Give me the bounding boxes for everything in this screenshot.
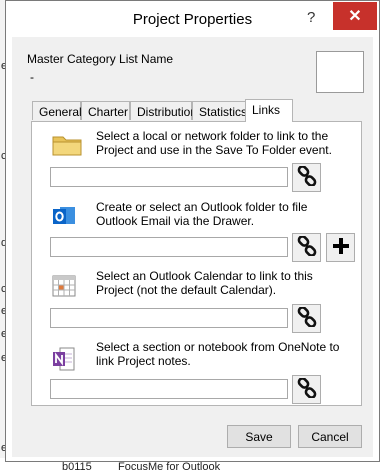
chain-link-icon bbox=[297, 377, 317, 401]
chain-link-icon bbox=[297, 235, 317, 259]
close-button[interactable]: ✕ bbox=[333, 2, 377, 30]
onenote-description: Select a section or notebook from OneNot… bbox=[96, 340, 340, 368]
outlook-folder-description: Create or select an Outlook folder to fi… bbox=[96, 200, 308, 228]
outlook-link-button[interactable] bbox=[292, 233, 321, 262]
calendar-description: Select an Outlook Calendar to link to th… bbox=[96, 269, 313, 297]
background-fragment: FocusMe for Outlook bbox=[118, 461, 221, 473]
project-properties-dialog: Project Properties ? ✕ Master Category L… bbox=[5, 0, 380, 462]
onenote-link-button[interactable] bbox=[292, 375, 321, 404]
dialog-body: Master Category List Name - General Char… bbox=[12, 37, 373, 457]
title-bar[interactable]: Project Properties ? ✕ bbox=[6, 1, 379, 37]
folder-icon bbox=[52, 134, 82, 159]
master-category-value: - bbox=[30, 70, 34, 84]
create-outlook-folder-button[interactable] bbox=[326, 233, 355, 262]
dialog-title: Project Properties bbox=[132, 11, 253, 28]
folder-path-input[interactable] bbox=[50, 167, 288, 187]
tab-charter[interactable]: Charter bbox=[81, 101, 130, 120]
outlook-icon bbox=[52, 204, 76, 231]
chain-link-icon bbox=[297, 306, 317, 330]
outlook-folder-input[interactable] bbox=[50, 237, 288, 257]
folder-link-button[interactable] bbox=[292, 163, 321, 192]
calendar-link-button[interactable] bbox=[292, 304, 321, 333]
cancel-button[interactable]: Cancel bbox=[298, 425, 362, 448]
background-fragment: b0115 bbox=[62, 461, 92, 473]
chain-link-icon bbox=[297, 165, 317, 189]
plus-icon bbox=[332, 237, 350, 258]
tab-general[interactable]: General bbox=[32, 101, 82, 120]
calendar-icon bbox=[52, 274, 76, 301]
master-category-label: Master Category List Name bbox=[27, 52, 174, 66]
calendar-input[interactable] bbox=[50, 308, 288, 328]
save-button[interactable]: Save bbox=[227, 425, 291, 448]
help-button[interactable]: ? bbox=[307, 9, 315, 26]
onenote-icon bbox=[52, 346, 76, 375]
onenote-input[interactable] bbox=[50, 379, 288, 399]
category-color-box[interactable] bbox=[316, 51, 364, 93]
tab-links[interactable]: Links bbox=[245, 99, 293, 122]
close-icon: ✕ bbox=[348, 8, 362, 25]
tab-statistics[interactable]: Statistics bbox=[192, 101, 247, 120]
folder-link-description: Select a local or network folder to link… bbox=[96, 129, 332, 157]
tab-distribution[interactable]: Distribution bbox=[130, 101, 197, 120]
links-panel: Select a local or network folder to link… bbox=[31, 121, 362, 406]
